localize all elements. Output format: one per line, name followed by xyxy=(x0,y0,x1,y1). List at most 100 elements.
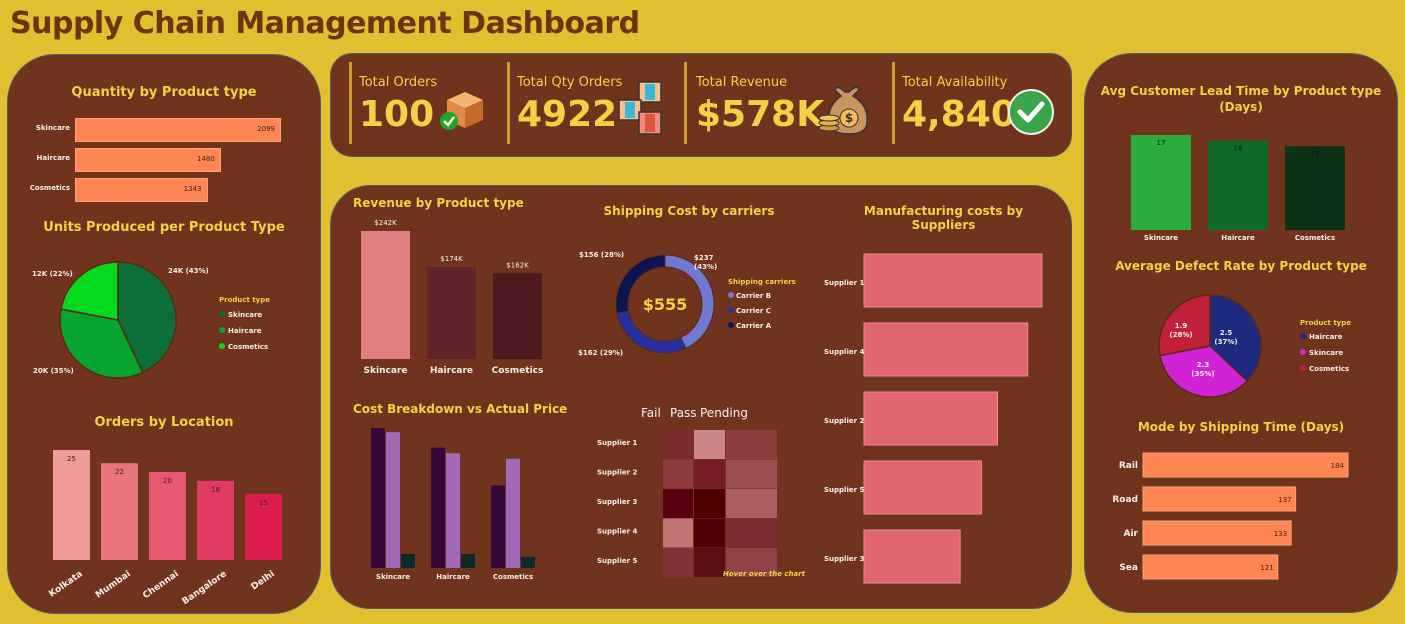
location-bar xyxy=(101,463,138,560)
heatmap-cell xyxy=(694,489,725,518)
shipping-mode-bar xyxy=(1142,452,1349,478)
shipping-mode-value-label: 121 xyxy=(1260,564,1273,572)
location-value-label: 20 xyxy=(163,477,172,485)
manufacturing-axis-label: Supplier 3 xyxy=(824,555,864,563)
shipping-mode-title: Mode by Shipping Time (Days) xyxy=(1137,420,1345,434)
manufacturing-bar xyxy=(863,529,961,584)
lead-time-bar xyxy=(1285,146,1345,230)
orders-location-chart[interactable]: 25 Kolkata 22 Mumbai 20 Chennai 18 Bangalore 15 D… xyxy=(28,435,318,610)
defect-legend-item: Skincare xyxy=(1309,349,1343,357)
cost-bar xyxy=(431,447,445,568)
defect-legend-item: Haircare xyxy=(1309,333,1343,341)
check-circle-icon xyxy=(1008,89,1054,135)
location-bar xyxy=(53,450,90,560)
shipping-legend-dot xyxy=(728,322,734,328)
box-check-icon xyxy=(440,92,483,130)
location-value-label: 15 xyxy=(259,499,268,507)
defect-legend-dot xyxy=(1300,365,1306,371)
defect-rate-title: Average Defect Rate by Product type xyxy=(1115,259,1367,273)
shipping-mode-value-label: 184 xyxy=(1331,462,1345,470)
heatmap-cell xyxy=(663,518,693,548)
shipping-legend-dot xyxy=(728,307,734,313)
cost-bar xyxy=(401,554,415,568)
heatmap-column-label: Fail xyxy=(641,406,661,420)
right-panel: Avg Customer Lead Time by Product type (… xyxy=(1084,53,1398,613)
heatmap-cell xyxy=(663,489,693,518)
manufacturing-bar xyxy=(863,391,998,446)
defect-slice-label: 2.3 xyxy=(1197,361,1210,369)
cost-bar xyxy=(491,485,505,568)
defect-legend-dot xyxy=(1300,333,1306,339)
heatmap-row-label: Supplier 1 xyxy=(597,439,637,447)
shipping-mode-value-label: 137 xyxy=(1278,496,1291,504)
heatmap-cell xyxy=(694,548,725,577)
shipping-cost-title: Shipping Cost by carriers xyxy=(603,204,775,218)
kpi-total-orders-label: Total Orders xyxy=(359,75,438,90)
kpi-separator xyxy=(892,62,895,144)
lead-time-chart[interactable]: 17 Skincare 16 Haircare 15 Cosmetics xyxy=(1115,129,1375,249)
location-axis-label: Delhi xyxy=(250,569,277,592)
shipping-mode-axis-label: Road xyxy=(1112,495,1138,505)
heatmap-row-label: Supplier 3 xyxy=(597,498,637,506)
lead-time-value-label: 15 xyxy=(1311,150,1320,158)
shipping-cost-chart[interactable]: $555 $237(43%) $162 (29%) $156 (28%) Shippin… xyxy=(571,244,811,364)
money-bag-icon: $ xyxy=(818,86,868,135)
shipping-legend-item: Carrier B xyxy=(736,292,771,300)
defect-slice-label: 2.5 xyxy=(1220,329,1233,337)
manufacturing-chart[interactable]: Supplier 1 Supplier 4 Supplier 2 Supplier 5… xyxy=(821,246,1061,596)
units-produced-title: Units Produced per Product Type xyxy=(43,220,285,235)
defect-slice-label: (35%) xyxy=(1191,370,1214,378)
shipping-mode-value-label: 133 xyxy=(1274,530,1287,538)
cost-breakdown-chart[interactable]: Skincare Haircare Cosmetics xyxy=(366,424,576,584)
shipping-mode-bar xyxy=(1142,554,1279,580)
heatmap-cell xyxy=(694,430,725,459)
shipping-slice xyxy=(616,310,687,354)
revenue-bar xyxy=(361,231,410,359)
cost-breakdown-title: Cost Breakdown vs Actual Price xyxy=(353,402,568,416)
left-panel: Quantity by Product type Units Produced … xyxy=(7,54,321,614)
lead-time-value-label: 17 xyxy=(1157,139,1166,147)
heatmap-cell xyxy=(694,518,725,548)
shipping-slice-label: $237 xyxy=(694,254,714,262)
units-legend-dot xyxy=(219,343,225,349)
heatmap-cell xyxy=(726,489,777,518)
manufacturing-bar xyxy=(863,322,1029,377)
lead-time-axis-label: Skincare xyxy=(1144,234,1178,242)
heatmap-cell xyxy=(663,430,693,459)
shipping-mode-axis-label: Rail xyxy=(1119,461,1138,471)
revenue-bar xyxy=(493,273,542,359)
defect-legend-item: Cosmetics xyxy=(1309,365,1349,373)
cost-bar xyxy=(461,554,475,568)
defect-rate-chart[interactable]: 2.5(37%) 2.3(35%) 1.9(28%) Product type Hair… xyxy=(1145,289,1375,399)
shipping-legend-item: Carrier C xyxy=(736,307,771,315)
kpi-separator xyxy=(684,62,687,144)
heatmap-cell xyxy=(726,430,777,459)
kpi-panel: Total Orders 100 Total Qty Orders 4922 T… xyxy=(330,53,1072,157)
defect-slice-label: (28%) xyxy=(1169,331,1192,339)
revenue-chart[interactable]: $242K Skincare $174K Haircare $162K Cosmetics xyxy=(351,214,561,384)
lead-time-bar xyxy=(1208,140,1268,230)
boxes-icon xyxy=(618,81,662,135)
kpi-separator xyxy=(349,62,352,144)
units-legend-item: Haircare xyxy=(228,327,262,335)
center-panel: Revenue by Product type $242K Skincare $17… xyxy=(330,185,1072,609)
shipping-mode-chart[interactable]: 184 Rail 137 Road 133 Air 121 Sea xyxy=(1105,449,1385,589)
units-legend-dot xyxy=(219,327,225,333)
kpi-total-availability-label: Total Availability xyxy=(902,75,1008,90)
kpi-total-availability-value: 4,840 xyxy=(902,94,1016,135)
lead-time-value-label: 16 xyxy=(1234,145,1243,153)
location-axis-label: Mumbai xyxy=(94,569,133,600)
heatmap-column-label: Pending xyxy=(700,406,748,420)
manufacturing-bar xyxy=(863,460,982,515)
inspection-heatmap[interactable]: Fail Pass Pending Supplier 1 Supplier 2 Suppl… xyxy=(591,398,811,598)
revenue-value-label: $242K xyxy=(374,219,397,227)
qty-category-label: Skincare xyxy=(35,124,70,132)
lead-time-bar xyxy=(1131,135,1191,230)
units-produced-chart[interactable]: 24K (43%) 20K (35%) 12K (22%) Product type S… xyxy=(28,245,313,395)
qty-value-label: 1480 xyxy=(197,155,215,163)
revenue-value-label: $162K xyxy=(506,261,529,269)
cost-bar xyxy=(506,458,520,568)
revenue-bar xyxy=(427,266,476,359)
qty-category-label: Cosmetics xyxy=(29,184,70,192)
revenue-title: Revenue by Product type xyxy=(353,196,524,210)
